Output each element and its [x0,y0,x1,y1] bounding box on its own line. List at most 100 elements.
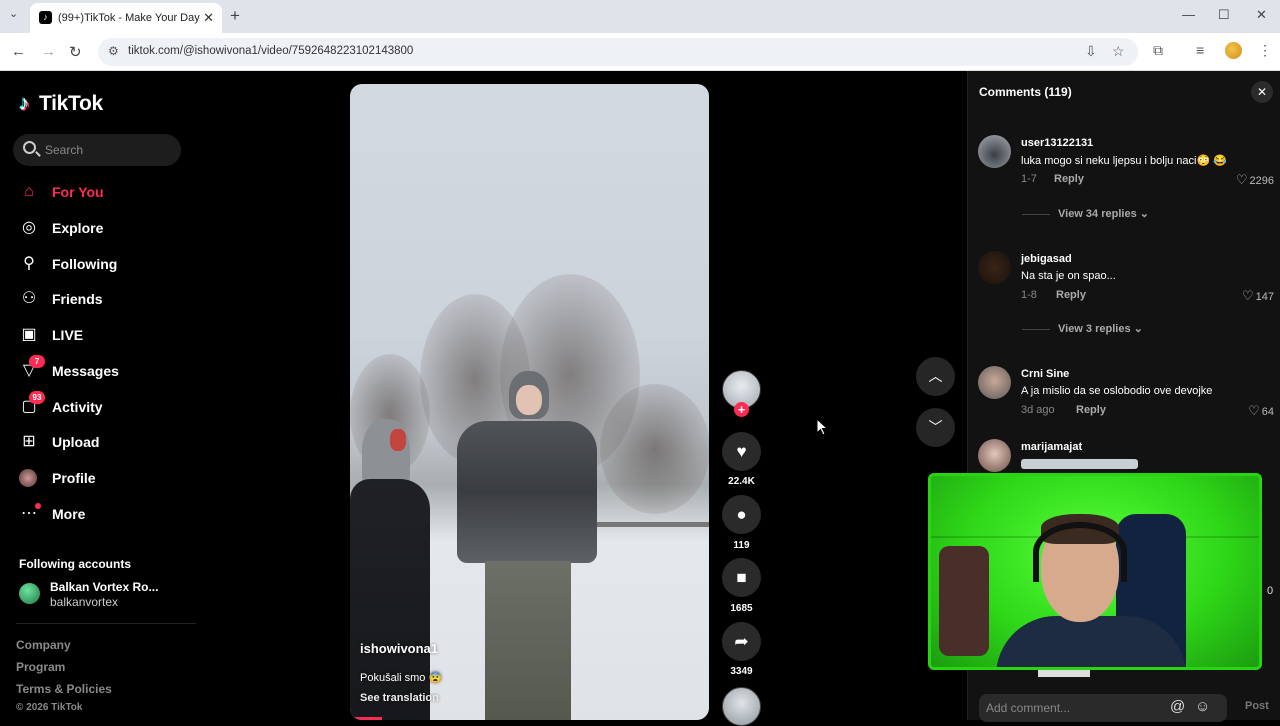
comment-like-count: 147 [1255,291,1274,303]
see-translation-link[interactable]: See translation [360,692,439,704]
reload-icon[interactable]: ↻ [69,43,82,61]
nav-friends[interactable]: ⚇ Friends [19,285,189,313]
tab-title: (99+)TikTok - Make Your Day [58,12,200,24]
browser-profile-avatar[interactable] [1225,42,1242,59]
chevron-down-icon: ⌄ [1133,323,1143,335]
close-comments-button[interactable]: ✕ [1251,81,1273,103]
nav-for-you[interactable]: ⌂ For You [19,178,189,206]
activity-badge: 93 [29,391,45,404]
comment-like-button[interactable]: ♡ 2296 [1236,172,1274,188]
reply-button[interactable]: Reply [1076,404,1106,416]
search-input[interactable]: Search [13,134,181,166]
webcam-overlay [928,473,1262,670]
save-count: 1685 [730,603,753,614]
video-username[interactable]: ishowivona1 [360,641,438,656]
tiktok-logo[interactable]: ♪ TikTok [19,92,103,116]
commenter-name[interactable]: marijamajat [1021,441,1082,453]
forward-icon[interactable]: → [41,43,56,60]
bookmark-star-icon[interactable]: ☆ [1112,43,1125,60]
address-bar[interactable]: ⚙ tiktok.com/@ishowivona1/video/75926482… [98,38,1138,66]
commenter-name[interactable]: jebigasad [1021,253,1072,265]
commenter-name[interactable]: user13122131 [1021,137,1093,149]
tab-list-chevron-icon[interactable]: ⌄ [9,7,18,20]
maximize-icon[interactable]: ☐ [1218,7,1230,23]
nav-profile[interactable]: Profile [19,464,189,492]
save-button[interactable]: ■ [722,558,761,597]
footer-program-link[interactable]: Program [16,660,65,674]
footer-company-link[interactable]: Company [16,638,71,652]
left-sidebar: ♪ TikTok Search ⌂ For You ◎ Explore ⚲ Fol… [0,71,200,720]
site-info-icon[interactable]: ⚙ [108,44,119,58]
share-arrow-icon: ➦ [734,632,749,651]
comment-date: 1-7 [1021,173,1037,185]
commenter-avatar[interactable] [978,439,1011,472]
nav-messages[interactable]: ▽ 7 Messages [19,355,189,385]
commenter-name[interactable]: Crni Sine [1021,368,1069,380]
browser-tab-tiktok[interactable]: ♪ (99+)TikTok - Make Your Day ✕ [30,3,222,33]
mouse-cursor-icon [816,418,828,436]
nav-label: Upload [52,434,100,450]
share-count: 3349 [730,666,753,677]
commenter-avatar[interactable] [978,135,1011,168]
webcam-headset [1033,522,1127,582]
nav-following[interactable]: ⚲ Following [19,250,189,278]
like-count: 22.4K [728,476,755,487]
post-comment-button[interactable]: Post [1245,700,1269,712]
follow-plus-icon[interactable]: + [734,402,749,417]
nav-activity[interactable]: ▢ 93 Activity [19,391,189,421]
extensions-icon[interactable]: ⧉ [1153,42,1163,59]
mention-icon[interactable]: @ [1170,698,1185,715]
nav-more[interactable]: ⋯ More [19,500,189,528]
like-button[interactable]: ♥ [722,432,761,471]
minimize-icon[interactable]: — [1182,7,1195,22]
comment-image-attachment[interactable] [1021,459,1138,469]
commenter-avatar[interactable] [978,366,1011,399]
nav-label: For You [52,184,104,200]
emoji-icon[interactable]: ☺ [1195,698,1210,715]
comment-text: Na sta je on spao... [1021,270,1116,282]
nav-label: LIVE [52,327,84,343]
nav-upload[interactable]: ⊞ Upload [19,428,189,456]
nav-explore[interactable]: ◎ Explore [19,214,189,242]
person-follow-icon: ⚲ [23,255,35,272]
share-button[interactable]: ➦ [722,622,761,661]
comment-bubble-icon: ● [736,505,747,524]
reply-button[interactable]: Reply [1056,289,1086,301]
view-replies-button[interactable]: View 3 replies ⌄ [1022,322,1143,335]
new-tab-icon[interactable]: + [230,6,240,26]
comments-title: Comments [979,85,1042,99]
footer-terms-link[interactable]: Terms & Policies [16,682,112,696]
live-icon: ▣ [21,326,37,343]
logo-text: TikTok [39,92,103,115]
nav-label: Messages [52,363,119,379]
nav-live[interactable]: ▣ LIVE [19,321,189,349]
close-window-icon[interactable]: ✕ [1256,7,1267,23]
tiktok-favicon-icon: ♪ [39,11,52,24]
comments-heading: Comments (119) [979,85,1072,99]
view-replies-button[interactable]: View 34 replies ⌄ [1022,207,1149,220]
heart-outline-icon: ♡ [1235,172,1248,187]
video-player[interactable]: ishowivona1 Pokušali smo 😨 See translati… [350,84,709,720]
back-icon[interactable]: ← [11,43,26,60]
previous-video-button[interactable]: ︿ [916,357,955,396]
comment-button[interactable]: ● [722,495,761,534]
music-disc-avatar[interactable] [722,687,761,726]
tiktok-note-icon: ♪ [19,92,30,115]
comment-like-button[interactable]: ♡ 147 [1242,288,1274,304]
browser-menu-icon[interactable]: ⋮ [1258,42,1272,59]
nav-label: Profile [52,470,96,486]
media-controls-icon[interactable]: ≡ [1196,42,1204,58]
next-video-button[interactable]: ﹀ [916,408,955,447]
install-app-icon[interactable]: ⇩ [1085,43,1097,60]
account-handle: balkanvortex [50,595,119,609]
view-replies-label: View 34 replies [1058,208,1137,220]
close-tab-icon[interactable]: ✕ [203,10,214,26]
comment-text: luka mogo si neku ljepsu i bolju naci😳 😂 [1021,155,1227,167]
nav-label: Friends [52,291,103,307]
reply-button[interactable]: Reply [1054,173,1084,185]
home-icon: ⌂ [24,183,34,200]
comment-like-button[interactable]: ♡ 64 [1248,403,1274,419]
add-comment-input[interactable]: Add comment... @ ☺ [979,694,1227,722]
close-icon: ✕ [1256,85,1268,99]
commenter-avatar[interactable] [978,251,1011,284]
